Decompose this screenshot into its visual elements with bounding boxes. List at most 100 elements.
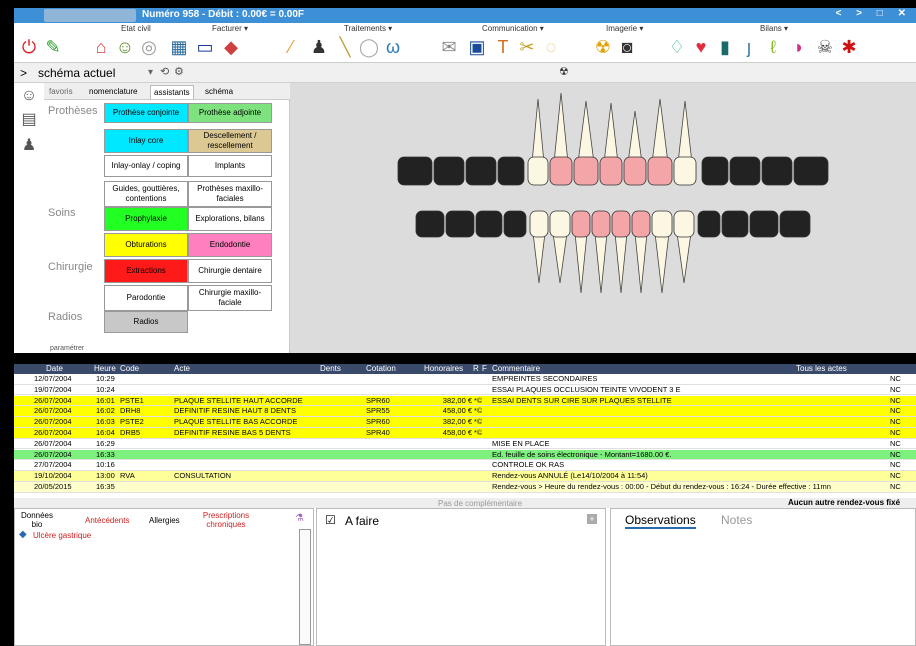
upper-tooth[interactable] (761, 156, 793, 186)
probe-icon[interactable]: ⁄ (280, 36, 302, 58)
skull-icon[interactable]: ☠ (814, 36, 836, 58)
tooth-root-icon[interactable]: ℓ (762, 36, 784, 58)
upper-tooth[interactable] (465, 156, 497, 186)
visa-card-icon[interactable]: ▭ (194, 36, 216, 58)
lower-root[interactable] (552, 232, 568, 284)
lower-tooth[interactable] (697, 210, 721, 238)
lower-tooth[interactable] (445, 210, 475, 238)
table-row[interactable]: 26/07/2004 16:29 MISE EN PLACE NC (14, 438, 916, 450)
patient-icon[interactable]: ☺ (18, 85, 40, 107)
tab-antecedents[interactable]: Antécédents (85, 516, 129, 525)
assistant-button[interactable]: Endodontie (188, 233, 272, 257)
assistant-button[interactable]: Inlay-onlay / coping (104, 155, 188, 177)
upper-tooth[interactable] (729, 156, 761, 186)
lower-tooth[interactable] (749, 210, 779, 238)
medical-scrollbar[interactable] (299, 529, 311, 645)
lower-root[interactable] (594, 232, 608, 294)
upper-tooth[interactable] (673, 156, 697, 186)
tab-favoris[interactable]: favoris (46, 85, 76, 99)
assistant-button[interactable]: Chirurgie dentaire (188, 259, 272, 283)
table-row[interactable]: 19/07/2004 10:24 ESSAI PLAQUES OCCLUSION T… (14, 384, 916, 396)
lower-tooth[interactable] (529, 210, 549, 238)
upper-root[interactable] (651, 98, 669, 164)
lower-tooth[interactable] (611, 210, 631, 238)
assistant-button[interactable]: Parodontie (104, 285, 188, 311)
window-controls[interactable]: < > □ ✕ (836, 8, 912, 19)
assistant-button[interactable]: Inlay core (104, 129, 188, 153)
col-dents[interactable]: Dents (320, 364, 341, 374)
lips-icon[interactable]: ◗ (788, 36, 810, 58)
assistant-button[interactable]: Prothèse conjointe (104, 103, 188, 123)
power-icon[interactable]: ⏻ (18, 36, 40, 58)
antecedent-item[interactable]: Ulcère gastrique (33, 531, 91, 540)
bug-icon[interactable]: ✱ (838, 36, 860, 58)
refresh-icon[interactable]: ⟲ (160, 65, 169, 78)
lower-tooth[interactable] (503, 210, 527, 238)
teeth-diagram[interactable] (290, 83, 916, 353)
upper-tooth[interactable] (397, 156, 433, 186)
person-icon[interactable]: ☺ (114, 36, 136, 58)
calendar-icon[interactable]: ▤ (18, 109, 40, 131)
upper-tooth[interactable] (433, 156, 465, 186)
upper-root[interactable] (677, 100, 693, 164)
tab-observations[interactable]: Observations (625, 513, 696, 529)
upper-root[interactable] (627, 110, 643, 164)
assistant-button[interactable]: Extractions (104, 259, 188, 283)
param-link[interactable]: paramétrer (50, 345, 84, 352)
assistant-button[interactable]: Radios (104, 311, 188, 333)
radiation-icon[interactable]: ☢ (592, 36, 614, 58)
lower-tooth[interactable] (591, 210, 611, 238)
col-f[interactable]: F (482, 364, 487, 374)
flask-icon[interactable]: ⚗ (295, 513, 304, 524)
lower-root[interactable] (676, 232, 692, 284)
upper-tooth[interactable] (549, 156, 573, 186)
table-row[interactable]: 26/07/2004 16:02 DRH8 DEFINITIF RESINE HAUT… (14, 406, 916, 417)
lower-tooth[interactable] (779, 210, 811, 238)
upper-root[interactable] (553, 92, 569, 164)
assistant-button[interactable]: Explorations, bilans (188, 207, 272, 231)
lower-root[interactable] (532, 232, 546, 284)
tab-notes[interactable]: Notes (721, 513, 752, 527)
lower-root[interactable] (654, 232, 670, 294)
tab-allergies[interactable]: Allergies (149, 516, 180, 525)
table-row[interactable]: 26/07/2004 16:03 PSTE2 PLAQUE STELLITE BAS … (14, 417, 916, 428)
group-communication[interactable]: Communication ▾ (482, 24, 544, 33)
lower-root[interactable] (574, 232, 588, 294)
camera-icon[interactable]: ◙ (616, 36, 638, 58)
denture-icon[interactable]: ω (382, 36, 404, 58)
group-facturer[interactable]: Facturer ▾ (212, 24, 248, 33)
upper-root[interactable] (531, 98, 545, 164)
upper-tooth[interactable] (647, 156, 673, 186)
lower-tooth[interactable] (415, 210, 445, 238)
col-date[interactable]: Date (46, 364, 63, 374)
table-row[interactable]: 26/07/2004 16:04 DRB5 DEFINITIF RESINE BAS … (14, 428, 916, 439)
assistant-button[interactable]: Implants (188, 155, 272, 177)
assistant-button[interactable]: Chirurgie maxillo-faciale (188, 285, 272, 311)
schema-dropdown[interactable]: ▾ (148, 67, 153, 78)
pencil-icon[interactable]: ✎ (42, 36, 64, 58)
table-row[interactable]: 12/07/2004 10:29 EMPREINTES SECONDAIRES NC (14, 374, 916, 385)
eraser-icon[interactable]: ◆ (220, 36, 242, 58)
col-acte[interactable]: Acte (174, 364, 190, 374)
expand-arrow[interactable]: > (20, 66, 27, 80)
lower-tooth[interactable] (475, 210, 503, 238)
upper-tooth[interactable] (701, 156, 729, 186)
col-cotation[interactable]: Cotation (366, 364, 396, 374)
assistant-button[interactable]: Prothèse adjointe (188, 103, 272, 123)
group-bilans[interactable]: Bilans ▾ (760, 24, 788, 33)
tab-donnees-bio[interactable]: Données bio (19, 511, 55, 529)
dentist-icon[interactable]: ♟ (308, 36, 330, 58)
col-r[interactable]: R (473, 364, 479, 374)
upper-tooth[interactable] (793, 156, 829, 186)
brush-icon[interactable]: ╲ (334, 36, 356, 58)
assistant-button[interactable]: Guides, gouttières, contentions (104, 181, 188, 207)
upper-root[interactable] (603, 102, 619, 164)
table-row[interactable]: 26/07/2004 16:01 PSTE1 PLAQUE STELLITE HAUT… (14, 395, 916, 407)
home-icon[interactable]: ⌂ (90, 36, 112, 58)
assistant-button[interactable]: Obturations (104, 233, 188, 257)
lower-tooth[interactable] (549, 210, 571, 238)
assistant-button[interactable]: Prophylaxie (104, 207, 188, 231)
tablet-icon[interactable]: ▮ (714, 36, 736, 58)
table-row[interactable]: 20/05/2015 16:35 Rendez-vous > Heure du re… (14, 482, 916, 493)
filter-dropdown[interactable]: Tous les actes (796, 364, 847, 374)
